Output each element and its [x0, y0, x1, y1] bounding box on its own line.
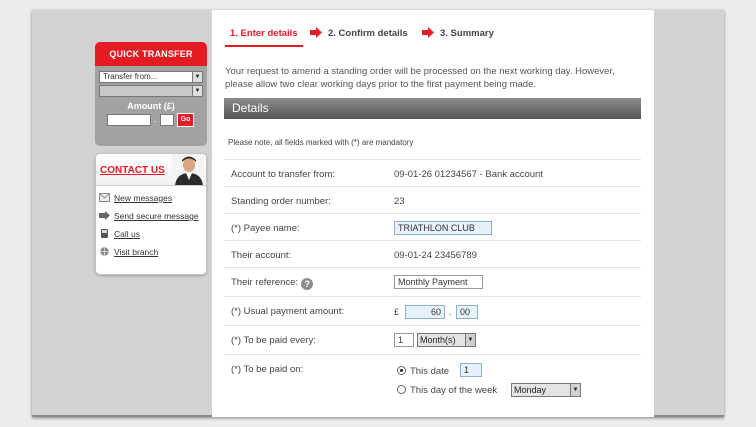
field-label: Account to transfer from: — [231, 169, 336, 180]
arrow-right-icon — [422, 27, 434, 38]
row-usual-amount: (*) Usual payment amount: £ 60 . 00 — [224, 296, 641, 325]
field-label: (*) To be paid every: — [231, 335, 316, 346]
day-of-week-select[interactable]: Monday ▼ — [511, 383, 581, 397]
phone-icon — [101, 229, 108, 238]
contact-item-send-secure-message[interactable]: Send secure message — [96, 207, 206, 225]
chevron-down-icon: ▼ — [192, 72, 202, 82]
row-account-from: Account to transfer from: 09-01-26 01234… — [224, 159, 641, 186]
amount-label: Amount (£) — [127, 101, 175, 111]
row-their-account: Their account: 09-01-24 23456789 — [224, 240, 641, 267]
frequency-period-value: Month(s) — [420, 335, 456, 345]
row-paid-on: (*) To be paid on: This date 1 This day … — [224, 354, 641, 404]
progress-steps: 1. Enter details 2. Confirm details 3. S… — [225, 24, 645, 47]
account-from-value: 09-01-26 01234567 - Bank account — [394, 169, 543, 180]
field-label: Their account: — [231, 250, 292, 261]
chevron-down-icon: ▼ — [570, 384, 580, 396]
contact-item-label: Call us — [114, 229, 140, 239]
step-confirm-details: 2. Confirm details — [328, 28, 408, 39]
help-icon[interactable]: ? — [301, 278, 314, 290]
their-account-value: 09-01-24 23456789 — [394, 250, 477, 261]
amount-pence-input[interactable] — [160, 114, 174, 126]
app-window: QUICK TRANSFER Transfer from... ▼ ▼ Amou… — [32, 10, 724, 417]
main-content: 1. Enter details 2. Confirm details 3. S… — [212, 10, 654, 417]
transfer-from-value: Transfer from... — [103, 72, 158, 81]
field-label: Standing order number: — [231, 196, 331, 207]
step-enter-details: 1. Enter details — [230, 28, 298, 39]
amount-pounds-input[interactable]: 60 — [405, 305, 445, 319]
day-of-week-value: Monday — [514, 385, 547, 395]
field-label: Their reference: — [231, 277, 299, 288]
currency-symbol: £ — [394, 307, 400, 317]
this-date-input[interactable]: 1 — [460, 363, 482, 377]
step-summary: 3. Summary — [440, 28, 494, 39]
contact-us-list: New messages Send secure message Call us… — [96, 189, 206, 261]
arrow-right-icon — [310, 27, 322, 38]
mandatory-note: Please note, all fields marked with (*) … — [228, 138, 414, 147]
chevron-down-icon: ▼ — [465, 334, 475, 346]
frequency-period-select[interactable]: Month(s) ▼ — [417, 333, 476, 347]
quick-transfer-body: Transfer from... ▼ ▼ Amount (£) . Go — [95, 66, 207, 146]
amount-separator: . — [449, 307, 452, 317]
field-label: (*) To be paid on: — [231, 364, 304, 375]
amount-pence-input[interactable]: 00 — [456, 305, 478, 319]
contact-item-label: New messages — [114, 193, 173, 203]
contact-item-label: Send secure message — [114, 211, 199, 221]
chevron-down-icon: ▼ — [192, 86, 202, 96]
intro-text: Your request to amend a standing order w… — [225, 66, 615, 90]
radio-this-date[interactable] — [397, 366, 406, 375]
transfer-from-select[interactable]: Transfer from... ▼ — [99, 71, 203, 83]
amount-separator: . — [154, 114, 157, 124]
field-label: (*) Usual payment amount: — [231, 306, 344, 317]
frequency-count-input[interactable]: 1 — [394, 333, 414, 347]
globe-icon — [100, 247, 109, 256]
amount-row: . Go — [99, 113, 203, 127]
envelope-icon — [99, 193, 110, 202]
row-payee-name: (*) Payee name: TRIATHLON CLUB — [224, 213, 641, 240]
row-standing-order: Standing order number: 23 — [224, 186, 641, 213]
contact-item-new-messages[interactable]: New messages — [96, 189, 206, 207]
contact-item-label: Visit branch — [114, 247, 159, 257]
send-arrow-icon — [99, 211, 110, 220]
field-reference-label: Their reference:? — [231, 277, 314, 290]
their-reference-input[interactable]: Monthly Payment — [394, 275, 483, 289]
go-button[interactable]: Go — [177, 113, 194, 127]
details-section-header: Details — [224, 98, 641, 119]
radio-this-date-label: This date — [410, 366, 450, 377]
right-margin — [654, 10, 724, 415]
row-paid-every: (*) To be paid every: 1 Month(s) ▼ — [224, 325, 641, 354]
contact-us-header: CONTACT US — [96, 154, 206, 186]
transfer-to-select[interactable]: ▼ — [99, 85, 203, 97]
radio-this-day-of-week[interactable] — [397, 385, 406, 394]
quick-transfer-title: QUICK TRANSFER — [95, 42, 207, 66]
field-label: (*) Payee name: — [231, 223, 300, 234]
standing-order-value: 23 — [394, 196, 405, 207]
amount-pounds-input[interactable] — [107, 114, 151, 126]
contact-us-title[interactable]: CONTACT US — [100, 165, 165, 176]
radio-this-day-of-week-label: This day of the week — [410, 385, 498, 396]
support-agent-icon — [172, 154, 204, 185]
contact-item-call-us[interactable]: Call us — [96, 225, 206, 243]
quick-transfer-panel: QUICK TRANSFER Transfer from... ▼ ▼ Amou… — [95, 42, 207, 146]
active-step-underline — [225, 45, 303, 47]
contact-us-panel: CONTACT US New messages Send secure mess… — [95, 153, 207, 275]
payee-name-input[interactable]: TRIATHLON CLUB — [394, 221, 492, 235]
row-their-reference: Their reference:? Monthly Payment — [224, 267, 641, 296]
contact-item-visit-branch[interactable]: Visit branch — [96, 243, 206, 261]
details-form: Account to transfer from: 09-01-26 01234… — [224, 159, 641, 404]
